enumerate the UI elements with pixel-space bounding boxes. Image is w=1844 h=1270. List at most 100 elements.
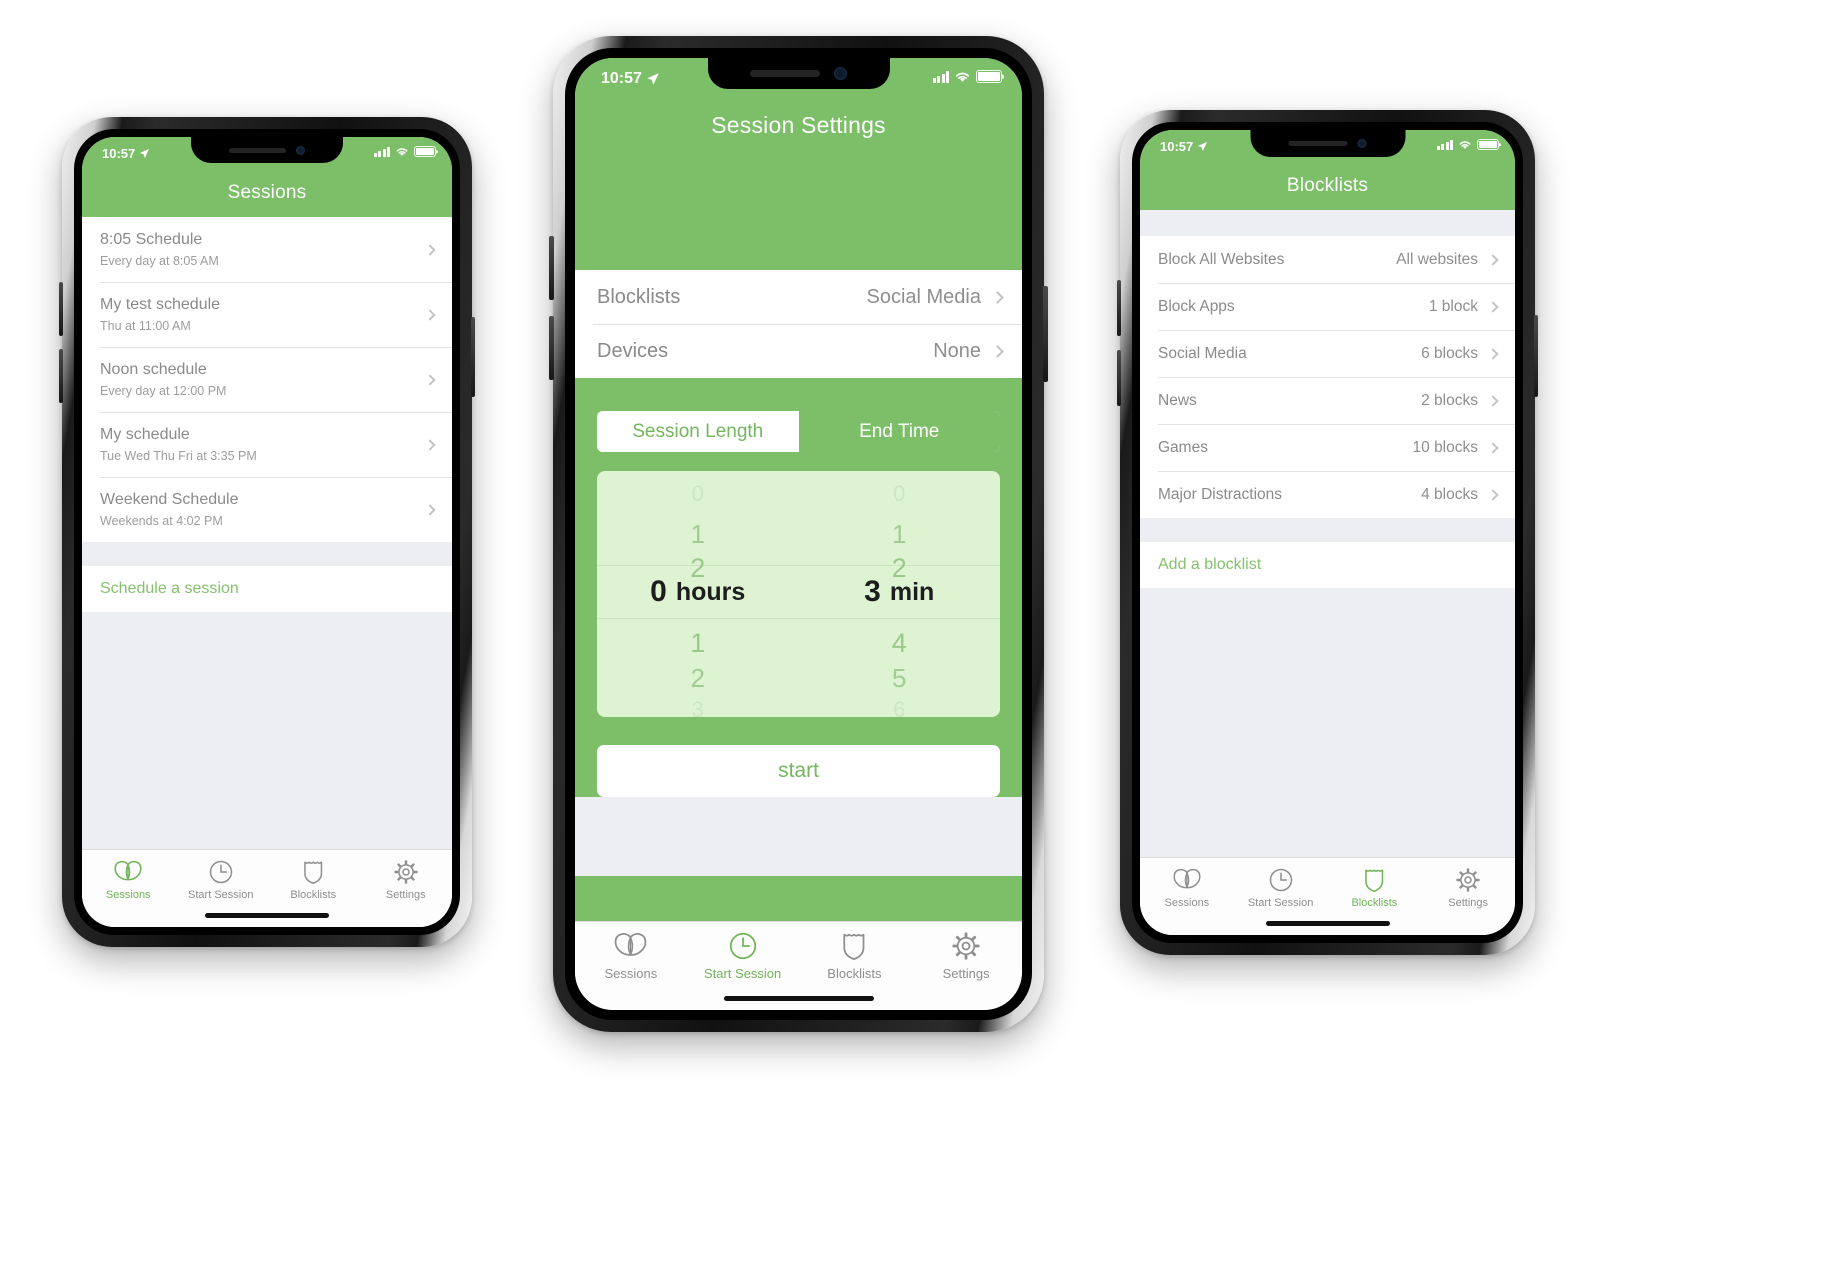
session-row-text: 8:05 Schedule Every day at 8:05 AM xyxy=(100,231,219,268)
page-title: Session Settings xyxy=(711,112,886,138)
chevron-right-icon xyxy=(991,290,1004,304)
picker-option[interactable]: 1 xyxy=(597,626,799,660)
session-row-text: My schedule Tue Wed Thu Fri at 3:35 PM xyxy=(100,426,257,463)
tab-settings[interactable]: Settings xyxy=(910,922,1022,990)
blocklist-row[interactable]: Games 10 blocks xyxy=(1140,424,1515,471)
session-row[interactable]: My schedule Tue Wed Thu Fri at 3:35 PM xyxy=(82,412,452,477)
butterfly-icon xyxy=(615,933,647,956)
row-right: Social Media xyxy=(866,285,1004,309)
hours-column[interactable]: 0 1 2 0 hours 1 2 3 xyxy=(597,471,799,717)
clock-icon-wrap xyxy=(209,860,233,884)
blocklist-row[interactable]: Block Apps 1 block xyxy=(1140,283,1515,330)
blocklist-row[interactable]: News 2 blocks xyxy=(1140,377,1515,424)
row-label: Social Media xyxy=(1158,344,1247,362)
session-setting-row[interactable]: Devices None xyxy=(575,324,1022,378)
bottom-green-filler xyxy=(575,876,1022,921)
session-row[interactable]: Weekend Schedule Weekends at 4:02 PM xyxy=(82,477,452,542)
chevron-right-icon xyxy=(1487,488,1499,501)
schedule-a-session-row[interactable]: Schedule a session xyxy=(82,566,452,612)
picker-option[interactable]: 6 xyxy=(799,693,1001,717)
tab-label: Settings xyxy=(385,889,426,901)
length-mode-segmented-control[interactable]: Session Length End Time xyxy=(597,411,1000,452)
row-label: Blocklists xyxy=(597,285,681,308)
gear-icon-wrap xyxy=(394,860,418,884)
session-setting-row[interactable]: Blocklists Social Media xyxy=(575,270,1022,324)
blocklist-row[interactable]: Social Media 6 blocks xyxy=(1140,330,1515,377)
tab-settings[interactable]: Settings xyxy=(360,850,453,911)
row-label: Games xyxy=(1158,438,1208,456)
blocklist-row[interactable]: Major Distractions 4 blocks xyxy=(1140,471,1515,518)
screen-left: 10:57 Sessions 8:05 Schedule Every day a… xyxy=(82,137,452,927)
picker-option[interactable]: 3 xyxy=(597,693,799,717)
picker-option[interactable]: 2 xyxy=(597,661,799,695)
duration-picker[interactable]: 0 1 2 0 hours 1 2 3 0 1 2 3 min 4 5 6 xyxy=(597,471,1000,717)
add-a-blocklist-row[interactable]: Add a blocklist xyxy=(1140,542,1515,588)
page-title: Sessions xyxy=(227,182,307,203)
row-value: 4 blocks xyxy=(1421,485,1478,503)
segmented-control-wrap: Session Length End Time xyxy=(575,411,1022,452)
picker-option[interactable]: 4 xyxy=(799,626,1001,660)
blocklist-row[interactable]: Block All Websites All websites xyxy=(1140,236,1515,283)
tab-label: Blocklists xyxy=(290,889,337,901)
picker-option[interactable]: 1 xyxy=(597,517,799,551)
picker-selected-value[interactable]: 0 hours xyxy=(597,571,799,613)
picker-number: 0 xyxy=(650,575,667,608)
wifi-icon xyxy=(1459,141,1471,149)
picker-selected-value[interactable]: 3 min xyxy=(799,571,1001,613)
chevron-right-icon xyxy=(424,308,436,321)
row-right: 1 block xyxy=(1429,298,1499,316)
row-value: Social Media xyxy=(866,285,981,308)
gear-icon xyxy=(1456,868,1480,892)
tab-start-session[interactable]: Start Session xyxy=(1234,858,1328,919)
duration-picker-wrap: 0 1 2 0 hours 1 2 3 0 1 2 3 min 4 5 6 xyxy=(575,471,1022,717)
chevron-right-icon xyxy=(1487,253,1499,266)
picker-option[interactable]: 5 xyxy=(799,661,1001,695)
butterfly-icon-wrap xyxy=(613,932,648,960)
segment-end-time[interactable]: End Time xyxy=(798,411,1000,452)
tab-blocklists[interactable]: Blocklists xyxy=(267,850,360,911)
tab-start-session[interactable]: Start Session xyxy=(175,850,268,911)
top-section-gap xyxy=(1140,210,1515,236)
picker-option[interactable]: 1 xyxy=(799,517,1001,551)
chevron-right-icon xyxy=(424,503,436,516)
clock-icon xyxy=(729,932,756,960)
screen-right: 10:57 Blocklists Block All Websites All … xyxy=(1140,130,1515,935)
row-label: News xyxy=(1158,391,1197,409)
tab-label: Start Session xyxy=(188,889,254,901)
segment-session-length[interactable]: Session Length xyxy=(597,411,799,452)
phone-center-volume-buttons xyxy=(549,236,554,300)
tab-sessions[interactable]: Sessions xyxy=(82,850,175,911)
tab-sessions[interactable]: Sessions xyxy=(575,922,687,990)
start-button-wrap: start xyxy=(575,745,1022,797)
picker-option[interactable]: 0 xyxy=(597,477,799,511)
location-arrow-icon xyxy=(1198,141,1208,152)
session-title: Noon schedule xyxy=(100,361,207,378)
session-row-text: My test schedule Thu at 11:00 AM xyxy=(100,296,220,333)
spacer-below-rows xyxy=(575,378,1022,411)
tab-start-session[interactable]: Start Session xyxy=(687,922,799,990)
start-button[interactable]: start xyxy=(597,745,1000,797)
picker-option[interactable]: 0 xyxy=(799,477,1001,511)
tab-blocklists[interactable]: Blocklists xyxy=(1328,858,1422,919)
session-row[interactable]: Noon schedule Every day at 12:00 PM xyxy=(82,347,452,412)
session-title: 8:05 Schedule xyxy=(100,231,203,248)
tab-blocklists[interactable]: Blocklists xyxy=(799,922,911,990)
phone-left-power-button xyxy=(471,317,475,397)
status-time: 10:57 xyxy=(601,70,642,87)
chevron-right-icon xyxy=(424,373,436,386)
session-row[interactable]: 8:05 Schedule Every day at 8:05 AM xyxy=(82,217,452,282)
picker-number: 3 xyxy=(864,575,881,608)
picker-unit: hours xyxy=(675,577,746,606)
battery-icon xyxy=(976,70,1002,83)
phone-right-volume-buttons-2 xyxy=(1117,350,1121,406)
row-label: Block All Websites xyxy=(1158,250,1285,268)
row-value: 6 blocks xyxy=(1421,344,1478,362)
minutes-column[interactable]: 0 1 2 3 min 4 5 6 xyxy=(799,471,1001,717)
tab-settings[interactable]: Settings xyxy=(1421,858,1515,919)
row-value: All websites xyxy=(1396,250,1478,268)
session-row[interactable]: My test schedule Thu at 11:00 AM xyxy=(82,282,452,347)
phone-left-volume-buttons xyxy=(59,282,63,336)
phone-left-volume-buttons-2 xyxy=(59,349,63,403)
session-title: My test schedule xyxy=(100,296,221,313)
tab-sessions[interactable]: Sessions xyxy=(1140,858,1234,919)
